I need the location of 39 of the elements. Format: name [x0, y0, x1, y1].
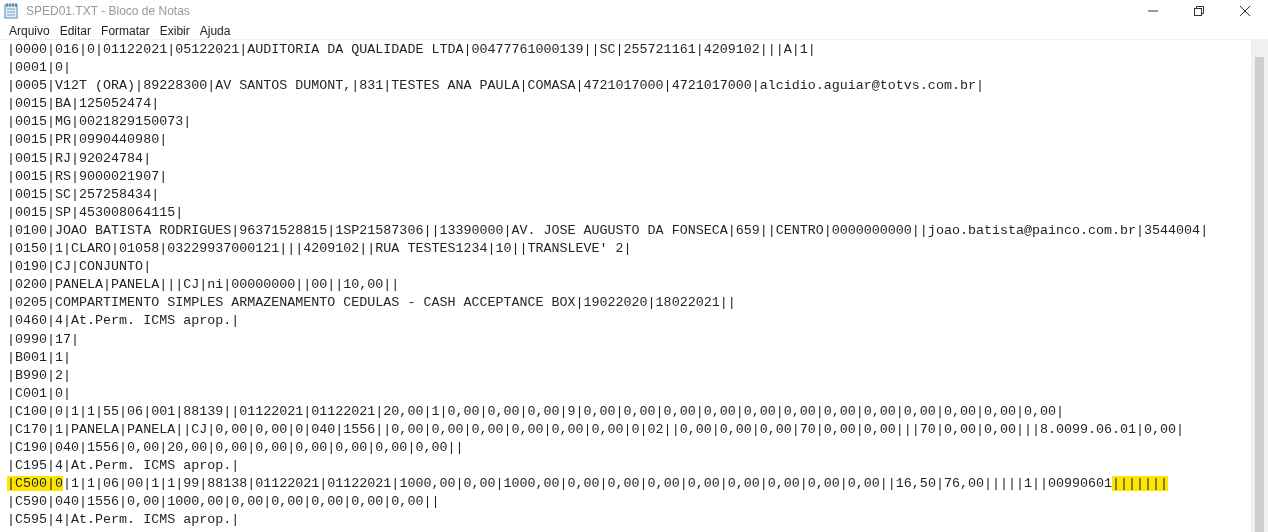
menu-item[interactable]: Ajuda: [194, 21, 236, 40]
text-line: |0005|V12T (ORA)|89228300|AV SANTOS DUMONT,|831|TESTES ANA PAULA|COMASA|4721017000|4721017000|alcidio.aguiar@totvs.com.br|: [7, 78, 984, 94]
text-line: |C170|1|PANELA|PANELA||CJ|0,00|0,00|0|040|1556||0,00|0,00|0,00|0,00|0,00|0,00|0|02||0,00|0,00|0,00|70|0,00|0,00|||70|0,00|0,00|||8.0099.06.01|0,00|: [7, 421, 1185, 437]
line-text: |1|1|06|00|1|1|99|88138|01122021|01122021|1000,00|0,00|1000,00|0,00|0,00|0,00|0,00|0,00|0,00|0,00|0,00||16,50|76,00|||||1||00990601: [63, 476, 1113, 492]
close-icon: [1240, 6, 1250, 16]
text-line: |0460|4|At.Perm. ICMS aprop.|: [7, 313, 240, 329]
menu-item[interactable]: Arquivo: [4, 21, 55, 40]
text-line: |B990|2|: [7, 367, 72, 383]
text-line: |0150|1|CLARO|01058|03229937000121|||4209102||RUA TESTES1234|10||TRANSLEVE' 2|: [7, 241, 632, 257]
text-line: |0015|SC|257258434|: [7, 186, 160, 202]
text-line: |0015|SP|453008064115|: [7, 204, 184, 220]
highlighted-text: |C500|0: [7, 476, 64, 492]
text-line: |0190|CJ|CONJUNTO|: [7, 259, 152, 275]
restore-icon: [1194, 6, 1204, 16]
text-line: |B001|1|: [7, 349, 72, 365]
scrollbar-thumb[interactable]: [1255, 57, 1264, 532]
text-line: |0990|17|: [7, 331, 80, 347]
text-line: |C100|0|1|1|55|06|001|88139||01122021|01122021|20,00|1|0,00|0,00|0,00|9|0,00|0,00|0,00|0,00|0,00|0,00|0,00|0,00|0,00|0,00|0,00|0,00|: [7, 403, 1064, 419]
text-line: |0001|0|: [7, 60, 72, 76]
notepad-icon: [4, 3, 18, 19]
menu-item[interactable]: Editar: [54, 21, 97, 40]
menu-item[interactable]: Formatar: [96, 21, 155, 40]
text-line: |0000|016|0|01122021|05122021|AUDITORIA DA QUALIDADE LTDA|00477761000139||SC|255721161|4209102|||A|1|: [7, 42, 816, 57]
text-line: |0015|PR|0990440980|: [7, 132, 168, 148]
text-line: |0200|PANELA|PANELA|||CJ|ni|00000000||00||10,00||: [7, 277, 400, 293]
text-line: |C595|4|At.Perm. ICMS aprop.|: [7, 512, 240, 528]
text-line: |C001|0|: [7, 385, 72, 401]
text-line: |0015|BA|125052474|: [7, 96, 160, 112]
text-line: |C190|040|1556|0,00|20,00|0,00|0,00|0,00|0,00|0,00|0,00||: [7, 440, 464, 456]
window-title: SPED01.TXT - Bloco de Notas: [26, 3, 190, 20]
highlighted-text: |||||||: [1112, 476, 1169, 492]
menu-item[interactable]: Exibir: [154, 21, 195, 40]
text-line: |C590|040|1556|0,00|1000,00|0,00|0,00|0,00|0,00|0,00||: [7, 494, 440, 510]
text-line: |C195|4|At.Perm. ICMS aprop.|: [7, 458, 240, 474]
text-line: |0015|MG|0021829150073|: [7, 114, 192, 130]
text-line: |0015|RJ|92024784|: [7, 150, 152, 166]
text-line: |0100|JOAO BATISTA RODRIGUES|96371528815|1SP21587306||13390000|AV. JOSE AUGUSTO DA FONSECA|659||CENTRO|0000000000||joao.batista@painco.com.br|3544004|: [7, 222, 1209, 238]
text-line: |0015|RS|9000021907|: [7, 168, 168, 184]
text-line: |0205|COMPARTIMENTO SIMPLES ARMAZENAMENTO CEDULAS - CASH ACCEPTANCE BOX|19022020|18022021||: [7, 295, 736, 311]
